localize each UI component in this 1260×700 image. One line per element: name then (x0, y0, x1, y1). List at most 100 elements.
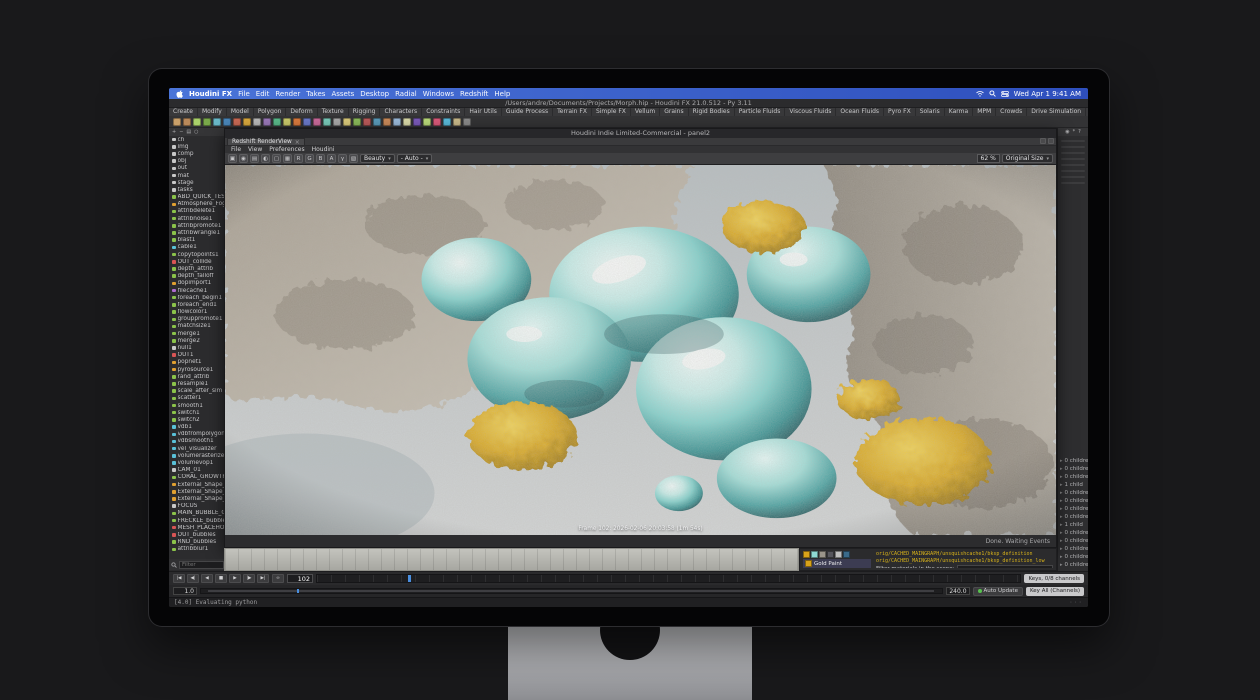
materials-filter-input[interactable] (957, 565, 1053, 568)
shelf-tab[interactable]: Crowds (996, 108, 1027, 116)
shelf-tool-icon[interactable] (263, 118, 271, 126)
tree-item[interactable]: vel_visualizer (169, 445, 226, 452)
shelf-tool-icon[interactable] (363, 118, 371, 126)
stop-button[interactable]: ■ (215, 574, 227, 583)
tree-item[interactable]: foreach_begin1 (169, 294, 226, 301)
shelf-tab[interactable]: Model (227, 108, 254, 116)
tree-item[interactable]: obj (169, 158, 226, 165)
expand-arrow-icon[interactable]: ▸ (1060, 482, 1063, 488)
children-row[interactable]: ▸ 0 children (1058, 497, 1088, 505)
shelf-tool-icon[interactable] (253, 118, 261, 126)
shelf-tab[interactable]: Karma (945, 108, 973, 116)
expand-arrow-icon[interactable]: ▸ (1060, 490, 1063, 496)
expand-arrow-icon[interactable]: ▸ (1060, 458, 1063, 464)
grid-icon[interactable]: ▦ (283, 154, 292, 163)
menu-item[interactable]: File (238, 90, 250, 98)
expand-arrow-icon[interactable]: ▸ (1060, 466, 1063, 472)
tree-item[interactable]: pyrosource1 (169, 366, 226, 373)
shelf-tool-icon[interactable] (203, 118, 211, 126)
menu-item[interactable]: Takes (306, 90, 325, 98)
tree-item[interactable]: grouppromote1 (169, 316, 226, 323)
material-path[interactable]: orig/CACHED_MAINGRAPH/unsquishcache1/bks… (876, 551, 1053, 557)
tree-item[interactable]: attribdelete1 (169, 208, 226, 215)
children-row[interactable]: ▸ 0 children (1058, 513, 1088, 521)
children-row[interactable]: ▸ 1 child (1058, 481, 1088, 489)
expand-arrow-icon[interactable]: ▸ (1060, 554, 1063, 560)
expand-arrow-icon[interactable]: ▸ (1060, 506, 1063, 512)
menu-item[interactable]: Desktop (360, 90, 389, 98)
shelf-tool-icon[interactable] (353, 118, 361, 126)
tree-item[interactable]: comp (169, 150, 226, 157)
range-slider[interactable] (200, 588, 943, 594)
expand-arrow-icon[interactable]: ▸ (1060, 562, 1063, 568)
shelf-tool-icon[interactable] (213, 118, 221, 126)
expand-arrow-icon[interactable]: ▸ (1060, 546, 1063, 552)
shelf-tool-icon[interactable] (233, 118, 241, 126)
shelf-tab[interactable]: Create (169, 108, 198, 116)
children-row[interactable]: ▸ 0 children (1058, 529, 1088, 537)
apple-icon[interactable] (176, 90, 183, 98)
renderview-menu[interactable]: Preferences (269, 146, 304, 153)
play-reverse-button[interactable]: ◀ (201, 574, 213, 583)
channel-alpha-icon[interactable]: A (327, 154, 336, 163)
tree-item[interactable]: vdbsmooth1 (169, 438, 226, 445)
shelf-tool-icon[interactable] (453, 118, 461, 126)
shelf-tool-icon[interactable] (463, 118, 471, 126)
shelf-tab[interactable]: Characters (380, 108, 422, 116)
tree-item[interactable]: OUT1 (169, 352, 226, 359)
tree-item[interactable]: attribblur1 (169, 546, 226, 553)
tree-item[interactable]: OUT_bubbles (169, 531, 226, 538)
children-row[interactable]: ▸ 0 children (1058, 537, 1088, 545)
tree-item[interactable]: switch2 (169, 416, 226, 423)
playhead[interactable] (408, 575, 411, 582)
pin-icon[interactable]: ◉ (1065, 129, 1069, 135)
tree-item[interactable]: volumevop1 (169, 459, 226, 466)
aov-select[interactable]: Beauty ▾ (360, 154, 395, 163)
shelf-tool-icon[interactable] (273, 118, 281, 126)
animation-strip[interactable] (224, 548, 799, 571)
tree-item[interactable]: vdbfrompolygons1 (169, 431, 226, 438)
tree-item[interactable]: attribpromote1 (169, 222, 226, 229)
shelf-tool-icon[interactable] (183, 118, 191, 126)
close-tab-icon[interactable]: × (295, 139, 300, 146)
shelf-tab[interactable]: Ocean Fluids (836, 108, 884, 116)
menu-clock[interactable]: Wed Apr 1 9:41 AM (1014, 90, 1081, 98)
tree-item[interactable]: merge1 (169, 330, 226, 337)
pane-split-icon[interactable] (1048, 138, 1054, 144)
pane-tab-renderview[interactable]: Redshift RenderView × (227, 138, 305, 145)
material-swatch[interactable] (827, 551, 834, 558)
shelf-tool-icon[interactable] (243, 118, 251, 126)
channel-blue-icon[interactable]: B (316, 154, 325, 163)
tree-item[interactable]: null1 (169, 344, 226, 351)
next-frame-button[interactable]: |▶ (243, 574, 255, 583)
resize-grip-icon[interactable]: ··· (1069, 599, 1083, 606)
current-frame-field[interactable]: 102 (287, 574, 313, 583)
expand-arrow-icon[interactable]: ▸ (1060, 530, 1063, 536)
wifi-icon[interactable] (976, 91, 984, 97)
shelf-tab[interactable]: Solaris (916, 108, 945, 116)
tree-item[interactable]: mat (169, 172, 226, 179)
loop-toggle-icon[interactable]: ∞ (272, 574, 284, 583)
menu-item[interactable]: Help (494, 90, 510, 98)
tree-item[interactable]: volumerasterize1 (169, 452, 226, 459)
shelf-tab[interactable]: Pyro FX (884, 108, 916, 116)
jump-to-start-button[interactable]: |◀ (173, 574, 185, 583)
shelf-tool-icon[interactable] (423, 118, 431, 126)
renderview-menu[interactable]: Houdini (312, 146, 335, 153)
previous-frame-button[interactable]: ◀| (187, 574, 199, 583)
shelf-tab[interactable]: MPM (973, 108, 996, 116)
tree-item[interactable]: popnet1 (169, 359, 226, 366)
tree-item[interactable]: CORAL_GROWTH (169, 474, 226, 481)
tree-item[interactable]: vdb1 (169, 424, 226, 431)
menu-item[interactable]: Windows (423, 90, 454, 98)
material-path[interactable]: orig/CACHED_MAINGRAPH/unsquishcache1/bks… (876, 558, 1053, 564)
shelf-tab[interactable]: Vellum (631, 108, 660, 116)
tree-item[interactable]: MESH_PLACEHOLDER (169, 524, 226, 531)
material-swatch[interactable] (819, 551, 826, 558)
tree-item[interactable]: depth_attrib (169, 265, 226, 272)
menu-item[interactable]: Assets (331, 90, 354, 98)
renderview-menu[interactable]: File (231, 146, 241, 153)
renderview-menu[interactable]: View (248, 146, 262, 153)
shelf-tool-icon[interactable] (323, 118, 331, 126)
material-swatch[interactable] (835, 551, 842, 558)
